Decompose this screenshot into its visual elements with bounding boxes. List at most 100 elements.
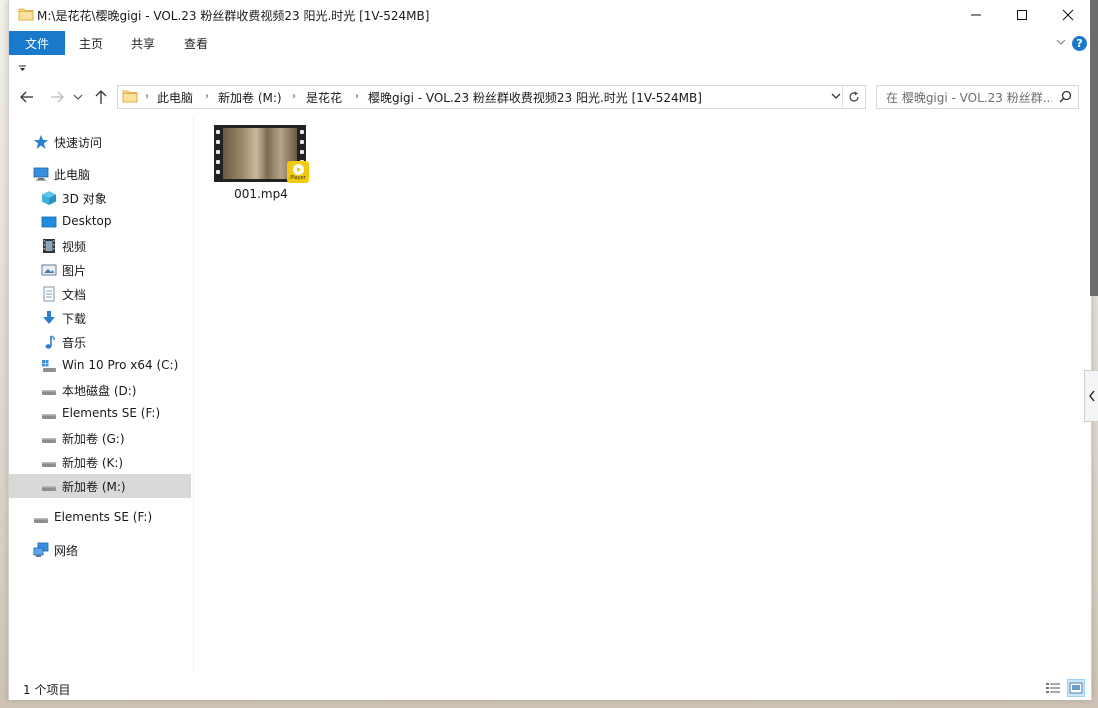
ribbon-tabs: 文件 主页 共享 查看 ? xyxy=(9,30,1091,58)
search-input[interactable]: 在 樱晚gigi - VOL.23 粉丝群... xyxy=(876,85,1079,109)
folder-icon xyxy=(18,8,34,21)
sidebar-item-label: 此电脑 xyxy=(54,168,91,182)
computer-icon xyxy=(33,167,49,181)
minimize-icon xyxy=(971,14,981,16)
system-drive-icon xyxy=(42,360,56,372)
video-frame xyxy=(223,128,297,179)
drive-icon xyxy=(42,486,56,491)
tab-home[interactable]: 主页 xyxy=(79,31,103,55)
help-icon[interactable]: ? xyxy=(1072,36,1087,51)
status-bar: 1 个项目 xyxy=(9,675,1091,700)
sidebar-item-label: 3D 对象 xyxy=(62,192,107,206)
desktop-icon xyxy=(41,216,57,228)
search-placeholder: 在 樱晚gigi - VOL.23 粉丝群... xyxy=(886,91,1052,105)
maximize-icon xyxy=(1017,10,1027,20)
sidebar-item-3d-objects[interactable]: 3D 对象 xyxy=(9,186,191,210)
preview-pane-toggle[interactable] xyxy=(1084,370,1098,422)
file-list-view[interactable]: Player 001.mp4 xyxy=(194,117,1089,673)
maximize-button[interactable] xyxy=(999,0,1045,30)
sidebar-item-documents[interactable]: 文档 xyxy=(9,282,191,306)
forward-button[interactable] xyxy=(48,88,66,106)
cube-3d-icon xyxy=(42,191,56,205)
chevron-left-icon xyxy=(1089,390,1095,402)
expand-ribbon-icon[interactable] xyxy=(1055,37,1067,47)
tab-view[interactable]: 查看 xyxy=(184,31,208,55)
folder-icon xyxy=(122,90,138,103)
sidebar-item-label: 图片 xyxy=(62,264,87,278)
chevron-down-icon xyxy=(73,94,83,100)
up-button[interactable] xyxy=(92,88,110,106)
address-bar[interactable]: › 此电脑 › 新加卷 (M:) › 是花花 › 樱晚gigi - VOL.23… xyxy=(117,85,866,109)
background-window-edge xyxy=(1090,0,1098,296)
large-icons-view-icon xyxy=(1069,682,1083,694)
breadcrumb-separator[interactable]: › xyxy=(292,91,296,102)
arrow-right-icon xyxy=(51,91,64,103)
sidebar-item-label: 音乐 xyxy=(62,336,87,350)
sidebar-item-videos[interactable]: 视频 xyxy=(9,234,191,258)
drive-icon xyxy=(34,518,48,523)
arrow-up-icon xyxy=(95,90,107,104)
sidebar-item-label: 文档 xyxy=(62,288,87,302)
pictures-icon xyxy=(41,264,57,276)
navigation-bar: › 此电脑 › 新加卷 (M:) › 是花花 › 樱晚gigi - VOL.23… xyxy=(9,82,1091,112)
sidebar-item-label: 下载 xyxy=(62,312,87,326)
sidebar-item-drive-f[interactable]: Elements SE (F:) xyxy=(9,402,191,426)
recent-locations-button[interactable] xyxy=(72,88,84,106)
drive-icon xyxy=(42,438,56,443)
breadcrumb-separator[interactable]: › xyxy=(355,91,359,102)
breadcrumb-separator[interactable]: › xyxy=(205,91,209,102)
sidebar-item-desktop[interactable]: Desktop xyxy=(9,210,191,234)
sidebar-item-label: 新加卷 (M:) xyxy=(62,480,126,494)
sidebar-item-drive-k[interactable]: 新加卷 (K:) xyxy=(9,450,191,474)
sidebar-item-drive-g[interactable]: 新加卷 (G:) xyxy=(9,426,191,450)
sidebar-item-pictures[interactable]: 图片 xyxy=(9,258,191,282)
sidebar-item-label: 快速访问 xyxy=(54,136,103,150)
file-item[interactable]: Player 001.mp4 xyxy=(214,123,312,203)
close-icon xyxy=(1062,9,1074,21)
minimize-button[interactable] xyxy=(953,0,999,30)
arrow-left-icon xyxy=(20,91,33,103)
sidebar-item-label: 新加卷 (K:) xyxy=(62,456,124,470)
breadcrumb-this-pc[interactable]: 此电脑 xyxy=(157,89,193,106)
window-title: M:\是花花\樱晚gigi - VOL.23 粉丝群收费视频23 阳光.时光 [… xyxy=(37,9,430,23)
sidebar-item-drive-m[interactable]: 新加卷 (M:) xyxy=(9,474,191,498)
sidebar-item-downloads[interactable]: 下载 xyxy=(9,306,191,330)
player-badge-label: Player xyxy=(290,174,306,181)
customize-toolbar-icon[interactable] xyxy=(18,65,28,73)
breadcrumb-folder[interactable]: 是花花 xyxy=(306,89,342,106)
music-icon xyxy=(45,335,56,349)
drive-icon xyxy=(42,462,56,467)
sidebar-item-music[interactable]: 音乐 xyxy=(9,330,191,354)
sidebar-item-drive-d[interactable]: 本地磁盘 (D:) xyxy=(9,378,191,402)
large-icons-view-button[interactable] xyxy=(1067,679,1085,697)
sidebar-item-label: 本地磁盘 (D:) xyxy=(62,384,137,398)
sidebar-item-label: Desktop xyxy=(62,214,112,228)
sidebar-item-label: Elements SE (F:) xyxy=(54,510,153,524)
item-count: 1 个项目 xyxy=(23,683,71,697)
sidebar-item-label: 视频 xyxy=(62,240,87,254)
tab-file[interactable]: 文件 xyxy=(9,31,65,55)
drive-icon xyxy=(42,390,56,395)
breadcrumb-separator[interactable]: › xyxy=(145,91,149,102)
refresh-button[interactable] xyxy=(842,86,865,108)
sidebar-item-quick-access[interactable]: 快速访问 xyxy=(9,130,191,154)
sidebar-item-drive-c[interactable]: Win 10 Pro x64 (C:) xyxy=(9,354,191,378)
back-button[interactable] xyxy=(18,88,36,106)
close-button[interactable] xyxy=(1045,0,1091,30)
title-bar[interactable]: M:\是花花\樱晚gigi - VOL.23 粉丝群收费视频23 阳光.时光 [… xyxy=(9,0,1091,30)
sidebar-item-network[interactable]: 网络 xyxy=(9,538,191,562)
breadcrumb-current[interactable]: 樱晚gigi - VOL.23 粉丝群收费视频23 阳光.时光 [1V-524M… xyxy=(368,89,702,106)
video-icon xyxy=(43,239,55,253)
sidebar-item-this-pc[interactable]: 此电脑 xyxy=(9,162,191,186)
star-icon xyxy=(34,135,48,149)
sidebar-item-label: 新加卷 (G:) xyxy=(62,432,125,446)
navigation-pane: 快速访问 此电脑 3D 对象 Desktop 视频 图片 文档 下载 音乐 Wi… xyxy=(9,117,194,673)
search-icon[interactable] xyxy=(1059,90,1072,103)
sidebar-item-elements-se[interactable]: Elements SE (F:) xyxy=(9,506,191,530)
address-history-icon[interactable] xyxy=(831,91,841,101)
details-view-icon xyxy=(1046,683,1060,693)
details-view-button[interactable] xyxy=(1044,679,1062,697)
tab-share[interactable]: 共享 xyxy=(131,31,155,55)
breadcrumb-drive-m[interactable]: 新加卷 (M:) xyxy=(218,89,282,106)
sidebar-item-label: 网络 xyxy=(54,544,79,558)
